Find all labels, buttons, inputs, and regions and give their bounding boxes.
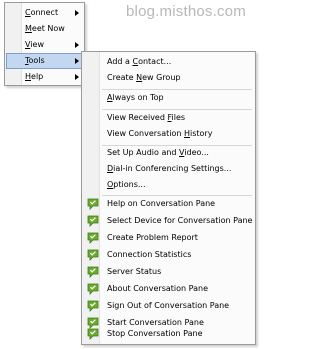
menu-item-label: Connect xyxy=(25,8,59,17)
menu-item-view-conversation-history[interactable]: View Conversation History xyxy=(83,126,254,142)
submenu-arrow-icon xyxy=(75,42,79,48)
menu-item-view[interactable]: View xyxy=(6,37,83,53)
menu-item-label: Add a Contact... xyxy=(107,57,172,66)
submenu-arrow-icon xyxy=(75,10,79,16)
menu-item-options[interactable]: Options... xyxy=(83,177,254,193)
conversation-pane-icon xyxy=(87,215,99,227)
submenu-arrow-icon xyxy=(75,58,79,64)
menu-item-meet-now[interactable]: Meet Now xyxy=(6,21,83,37)
menu-item-label: Dial-in Conferencing Settings... xyxy=(107,164,232,173)
tools-submenu: Add a Contact... Create New Group Always… xyxy=(81,51,256,345)
menu-item-add-contact[interactable]: Add a Contact... xyxy=(83,54,254,70)
watermark-text: blog.misthos.com xyxy=(126,3,246,20)
conversation-pane-icon xyxy=(87,266,99,278)
menu-item-label: About Conversation Pane xyxy=(107,284,208,293)
menu-item-label: Options... xyxy=(107,180,146,189)
menu-item-select-device[interactable]: Select Device for Conversation Pane xyxy=(83,213,254,229)
conversation-pane-icon xyxy=(87,198,99,210)
menu-item-label: Server Status xyxy=(107,267,162,276)
menu-item-dial-in-conferencing[interactable]: Dial-in Conferencing Settings... xyxy=(83,161,254,177)
menu-item-create-new-group[interactable]: Create New Group xyxy=(83,70,254,86)
menu-item-label: Select Device for Conversation Pane xyxy=(107,216,253,225)
menu-item-label: Sign Out of Conversation Pane xyxy=(107,301,230,310)
menu-item-label: Stop Conversation Pane xyxy=(107,329,203,338)
menu-item-label: Tools xyxy=(25,56,45,65)
menu-item-help-conversation-pane[interactable]: Help on Conversation Pane xyxy=(83,196,254,212)
menu-item-label: View Conversation History xyxy=(107,129,213,138)
conversation-pane-icon xyxy=(87,300,99,312)
conversation-pane-icon xyxy=(87,232,99,244)
conversation-pane-icon xyxy=(87,249,99,261)
menu-item-label: Set Up Audio and Video... xyxy=(107,148,209,157)
menu-item-label: Meet Now xyxy=(25,24,65,33)
menu-item-label: Help on Conversation Pane xyxy=(107,199,216,208)
menu-item-create-problem-report[interactable]: Create Problem Report xyxy=(83,230,254,246)
screenshot-root: blog.misthos.com Connect Meet Now View T… xyxy=(0,0,263,349)
menu-item-connection-statistics[interactable]: Connection Statistics xyxy=(83,247,254,263)
menu-item-set-up-audio-video[interactable]: Set Up Audio and Video... xyxy=(83,145,254,161)
conversation-pane-icon xyxy=(87,283,99,295)
menu-item-label: View xyxy=(25,40,44,49)
menu-item-always-on-top[interactable]: Always on Top xyxy=(83,90,254,106)
main-menu: Connect Meet Now View Tools Help xyxy=(4,2,85,86)
menu-item-server-status[interactable]: Server Status xyxy=(83,264,254,280)
menu-item-label: Always on Top xyxy=(107,93,164,102)
menu-item-stop-conversation-pane[interactable]: Stop Conversation Pane xyxy=(83,326,254,342)
menu-item-sign-out-conversation-pane[interactable]: Sign Out of Conversation Pane xyxy=(83,298,254,314)
menu-item-tools[interactable]: Tools xyxy=(6,53,83,69)
menu-item-label: Create Problem Report xyxy=(107,233,198,242)
menu-item-view-received-files[interactable]: View Received Files xyxy=(83,110,254,126)
submenu-arrow-icon xyxy=(75,74,79,80)
menu-item-label: View Received Files xyxy=(107,113,186,122)
menu-item-label: Connection Statistics xyxy=(107,250,192,259)
menu-item-label: Help xyxy=(25,72,44,81)
menu-item-label: Create New Group xyxy=(107,73,181,82)
menu-item-help[interactable]: Help xyxy=(6,69,83,85)
conversation-pane-icon xyxy=(87,328,99,340)
menu-item-about-conversation-pane[interactable]: About Conversation Pane xyxy=(83,281,254,297)
menu-item-connect[interactable]: Connect xyxy=(6,5,83,21)
